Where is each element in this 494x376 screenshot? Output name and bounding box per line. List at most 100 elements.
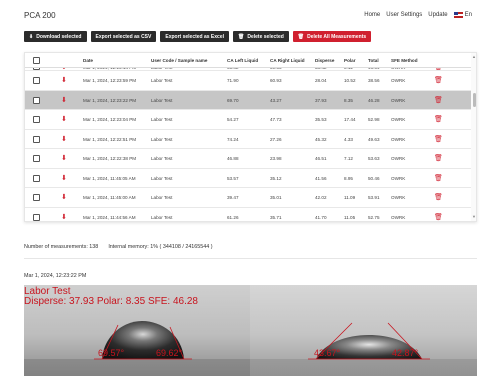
export-excel-label: Export selected as Excel: [165, 33, 225, 40]
nav-home[interactable]: Home: [364, 12, 380, 18]
delete-row-icon[interactable]: 🗑: [434, 115, 443, 123]
download-icon[interactable]: ⬇: [61, 115, 67, 123]
cell-ca-left: 61.26: [227, 214, 239, 220]
col-user-code[interactable]: User Code / Sample name: [151, 58, 207, 63]
cell-date: Mar 1, 2024, 12:25:14 PM: [83, 68, 136, 70]
nav-user-settings[interactable]: User Settings: [386, 12, 422, 18]
col-ca-left[interactable]: CA Left Liquid: [227, 58, 258, 63]
export-csv-button[interactable]: Export selected as CSV: [90, 31, 157, 42]
delete-all-label: Delete All Measurements: [307, 33, 367, 40]
col-total[interactable]: Total: [368, 58, 379, 63]
trash-icon: 🗑: [238, 33, 245, 40]
delete-row-icon[interactable]: 🗑: [434, 76, 443, 84]
col-disperse[interactable]: Disperse: [315, 58, 334, 63]
cell-disperse: 28.04: [315, 78, 327, 83]
trash-icon: 🗑: [297, 33, 305, 40]
table-row[interactable]: ⬇ Mar 1, 2024, 11:44:56 AM Labor Test 61.26…: [25, 208, 471, 222]
cell-polar: 10.52: [344, 78, 356, 83]
scroll-up-icon[interactable]: ▲: [472, 54, 476, 59]
table-scrollbar[interactable]: ▲ ▼: [471, 53, 476, 221]
cell-ca-right: 23.98: [270, 156, 282, 161]
nav-update[interactable]: Update: [428, 12, 447, 18]
cell-polar: 11.09: [344, 195, 356, 200]
table-row[interactable]: ⬇ Mar 1, 2024, 12:22:38 PM Labor Test 46.88…: [25, 149, 471, 169]
delete-row-icon[interactable]: 🗑: [434, 135, 443, 143]
row-checkbox[interactable]: [33, 174, 40, 182]
cell-date: Mar 1, 2024, 11:44:56 AM: [83, 214, 136, 220]
left-angle-1: 69.57°: [98, 348, 125, 358]
row-checkbox[interactable]: [33, 155, 40, 162]
col-date[interactable]: Date: [83, 58, 93, 63]
measurements-table: Date User Code / Sample name CA Left Liq…: [24, 52, 477, 222]
cell-total: 52.75: [368, 214, 380, 220]
table-row[interactable]: ⬇ Mar 1, 2024, 12:23:59 PM Labor Test 71.90…: [25, 71, 471, 91]
cell-date: Mar 1, 2024, 12:23:22 PM: [83, 97, 137, 103]
download-icon[interactable]: ⬇: [61, 154, 67, 162]
download-icon[interactable]: ⬇: [61, 174, 67, 182]
cell-total: 46.54: [368, 68, 380, 70]
row-checkbox[interactable]: [33, 77, 40, 84]
delete-row-icon[interactable]: 🗑: [434, 213, 443, 221]
cell-date: Mar 1, 2024, 11:45:00 AM: [83, 195, 136, 200]
measurement-stats: Number of measurements: 138 Internal mem…: [24, 244, 213, 250]
cell-polar: 8.12: [344, 68, 353, 70]
download-icon[interactable]: ⬇: [61, 96, 67, 104]
cell-sfe-method: OWRK: [391, 214, 406, 220]
table-row[interactable]: ⬇ Mar 1, 2024, 12:23:22 PM Labor Test 69.70…: [25, 90, 471, 110]
download-icon[interactable]: ⬇: [61, 76, 67, 84]
cell-disperse: 46.51: [315, 156, 327, 161]
delete-row-icon[interactable]: 🗑: [434, 193, 443, 201]
table-row[interactable]: ⬇ Mar 1, 2024, 11:45:00 AM Labor Test 39.47…: [25, 188, 471, 208]
delete-selected-button[interactable]: 🗑 Delete selected: [233, 31, 289, 42]
table-row[interactable]: ⬇ Mar 1, 2024, 12:23:04 PM Labor Test 54.27…: [25, 110, 471, 130]
cell-date: Mar 1, 2024, 11:45:05 AM: [83, 175, 136, 181]
download-icon[interactable]: ⬇: [61, 213, 67, 221]
cell-date: Mar 1, 2024, 12:22:38 PM: [83, 156, 137, 161]
scroll-thumb[interactable]: [473, 93, 476, 107]
cell-disperse: 42.02: [315, 195, 327, 200]
cell-total: 52.98: [368, 117, 380, 122]
row-checkbox[interactable]: [33, 135, 40, 143]
delete-row-icon[interactable]: 🗑: [434, 154, 443, 162]
cell-sample: Labor Test: [151, 136, 173, 142]
language-selector[interactable]: En: [453, 12, 472, 18]
table-row[interactable]: ⬇ Mar 1, 2024, 12:22:51 PM Labor Test 74.24…: [25, 130, 471, 149]
row-checkbox[interactable]: [33, 116, 40, 123]
delete-all-button[interactable]: 🗑 Delete All Measurements: [292, 31, 372, 42]
row-checkbox[interactable]: [33, 194, 40, 201]
app-brand[interactable]: PCA 200: [24, 11, 56, 20]
cell-ca-right: 43.27: [270, 97, 282, 103]
export-excel-button[interactable]: Export selected as Excel: [160, 31, 230, 42]
cell-disperse: 37.93: [315, 97, 327, 103]
delete-row-icon[interactable]: 🗑: [434, 96, 443, 104]
download-selected-button[interactable]: ⬇ Download selected: [24, 31, 87, 42]
delete-selected-label: Delete selected: [247, 33, 284, 40]
cell-ca-right: 35.01: [270, 195, 282, 200]
us-flag-icon: [453, 12, 463, 18]
selected-measurement-date: Mar 1, 2024, 12:23:22 PM: [24, 273, 87, 279]
cell-ca-left: 46.88: [227, 156, 239, 161]
cell-sfe-method: OWRK: [391, 195, 406, 200]
download-icon[interactable]: ⬇: [61, 193, 67, 201]
row-checkbox[interactable]: [33, 96, 40, 104]
row-checkbox[interactable]: [33, 213, 40, 221]
cell-disperse: 45.32: [315, 136, 327, 142]
cell-ca-right: 59.55: [270, 68, 282, 70]
select-all-checkbox[interactable]: [33, 57, 40, 64]
col-sfe-method[interactable]: SFE Method: [391, 58, 418, 63]
row-checkbox[interactable]: [33, 68, 40, 70]
right-angle-2: 42.87°: [392, 348, 419, 358]
cell-polar: 7.12: [344, 156, 353, 161]
cell-polar: 4.33: [344, 136, 353, 142]
col-polar[interactable]: Polar: [344, 58, 356, 63]
scroll-down-icon[interactable]: ▼: [472, 214, 476, 219]
download-icon[interactable]: ⬇: [61, 135, 67, 143]
memory-usage: Internal memory: 1% ( 344108 / 24165544 …: [108, 244, 213, 250]
cell-ca-right: 35.71: [270, 214, 282, 220]
col-ca-right[interactable]: CA Right Liquid: [270, 58, 305, 63]
right-angle-1: 43.67°: [314, 348, 341, 358]
cell-sfe-method: OWRK: [391, 117, 406, 122]
cell-total: 49.63: [368, 136, 380, 142]
table-row[interactable]: ⬇ Mar 1, 2024, 11:45:05 AM Labor Test 53.57…: [25, 169, 471, 188]
delete-row-icon[interactable]: 🗑: [434, 174, 443, 182]
